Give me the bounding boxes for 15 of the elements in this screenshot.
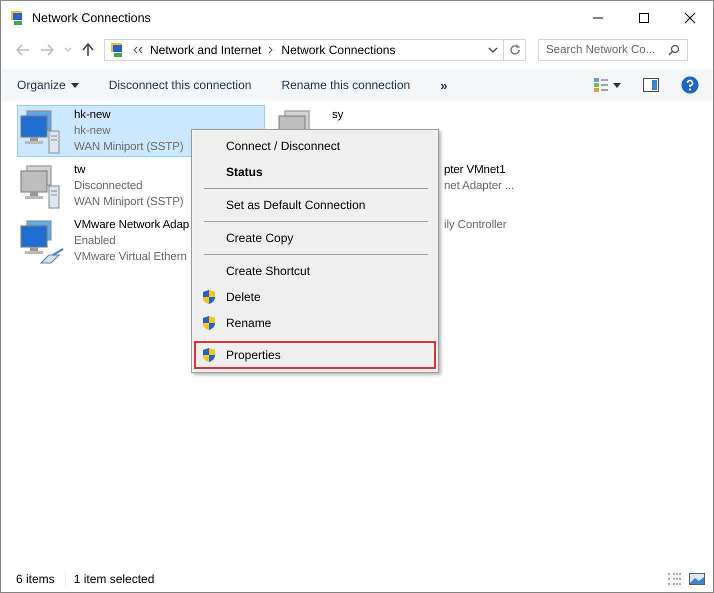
- connection-status: Disconnected: [74, 179, 144, 194]
- connection-status: Enabled: [74, 234, 117, 249]
- connection-name: tw: [74, 163, 86, 178]
- window-title: Network Connections: [32, 11, 151, 25]
- connection-name: VMware Network Adap: [74, 218, 190, 233]
- device-name: WAN Miniport (SSTP): [74, 140, 184, 155]
- connection-name: hk-new: [74, 108, 112, 123]
- item-count: 6 items: [16, 572, 55, 586]
- connection-name: pter VMnet1: [444, 163, 507, 178]
- device-name: WAN Miniport (SSTP): [74, 195, 184, 210]
- device-name: VMware Virtual Ethern: [74, 250, 188, 265]
- connection-name: sy: [332, 108, 344, 123]
- selection-count: 1 item selected: [64, 572, 154, 586]
- device-name: net Adapter ...: [444, 179, 514, 194]
- connection-status: hk-new: [74, 124, 112, 139]
